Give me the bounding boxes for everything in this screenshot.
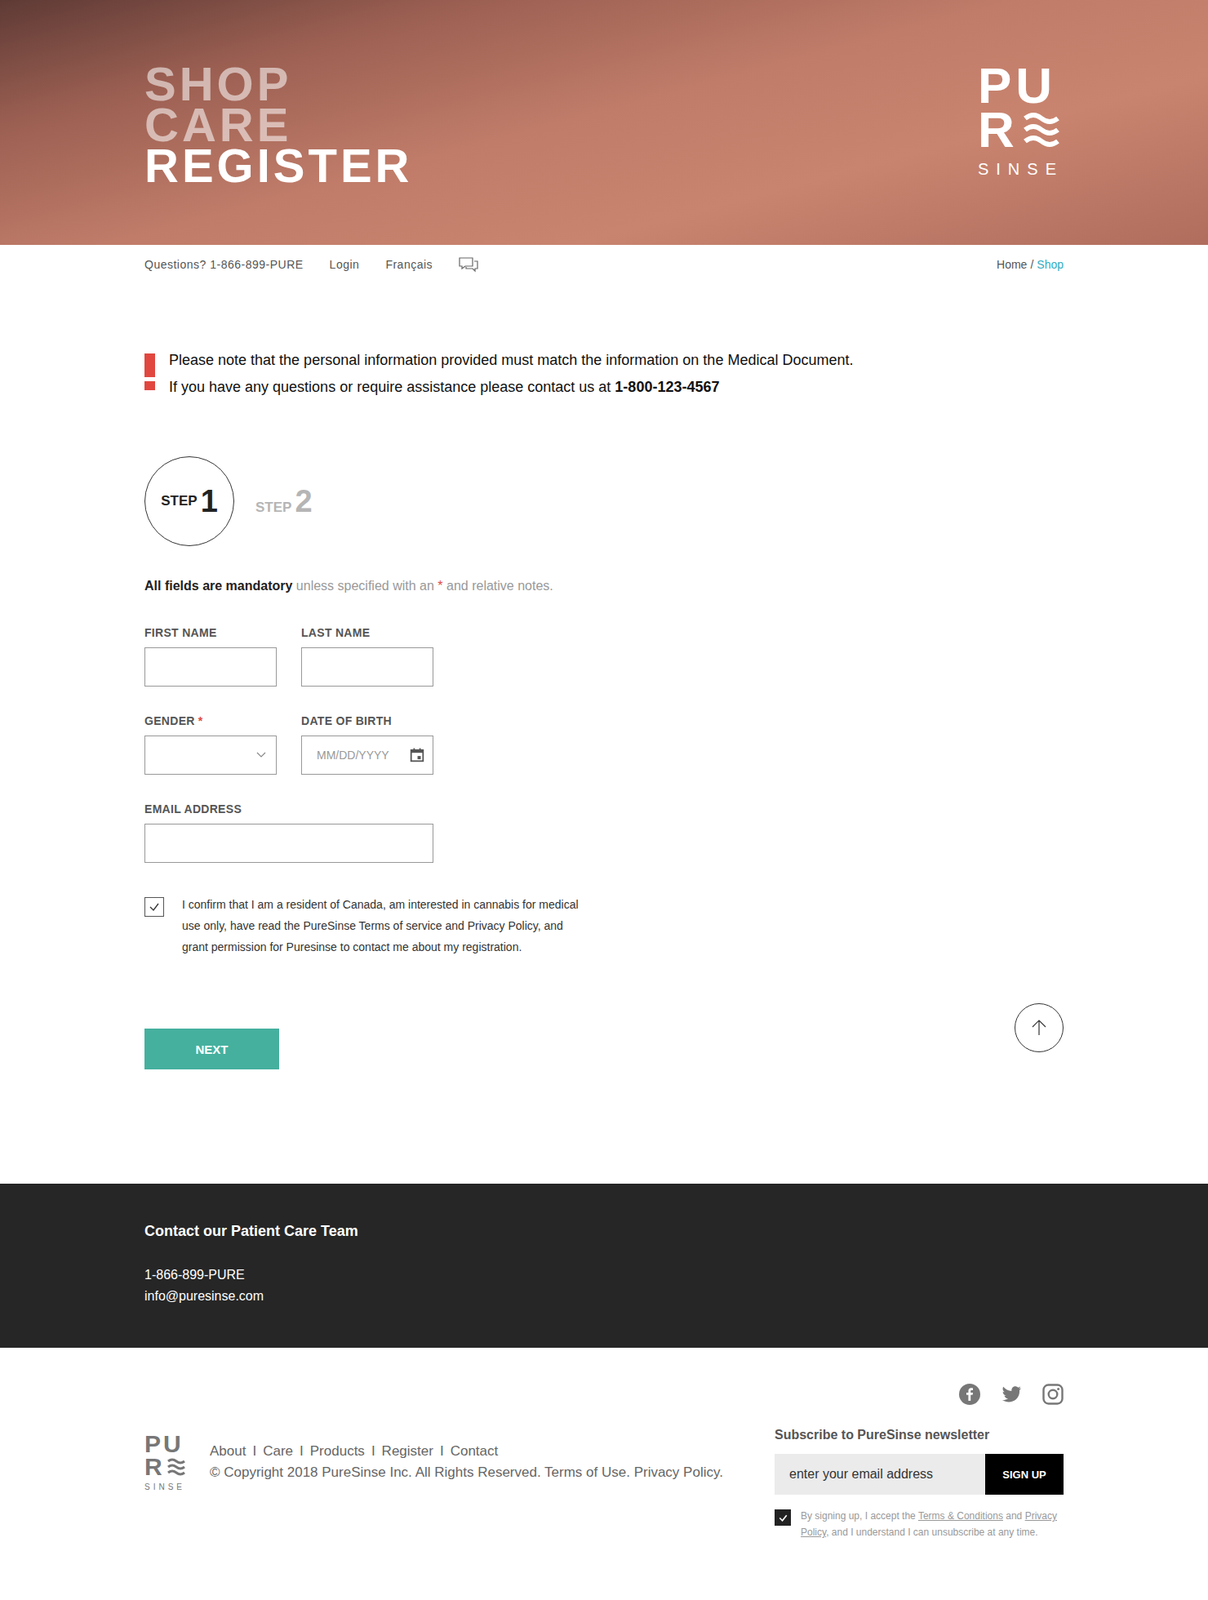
link-separator: I xyxy=(371,1443,376,1459)
waves-icon xyxy=(1023,111,1060,148)
field-label: EMAIL ADDRESS xyxy=(144,802,434,816)
hero-menu-item[interactable]: REGISTER xyxy=(144,145,414,187)
logo-middle: R xyxy=(977,107,1064,152)
contact-band: Contact our Patient Care Team 1-866-899-P… xyxy=(0,1183,1208,1348)
footer-link[interactable]: Care xyxy=(262,1443,294,1459)
top-nav: Questions? 1-866-899-PURE Login Français Ho… xyxy=(144,244,1064,285)
field-label: LAST NAME xyxy=(301,626,434,640)
arrow-up-icon xyxy=(1029,1017,1049,1038)
page: SHOPCAREREGISTERPURSINSEQuestions? 1-866… xyxy=(0,0,1208,1600)
form-field: FIRST NAME xyxy=(144,626,277,687)
signup-button[interactable]: SIGN UP xyxy=(985,1453,1064,1495)
footer-link[interactable]: About xyxy=(209,1443,246,1459)
footer-link[interactable]: Register xyxy=(381,1443,434,1459)
actions: NEXT xyxy=(144,1003,1064,1070)
hero-menu-item[interactable]: SHOP xyxy=(144,63,414,105)
footer: PURSINSE About I Care I Products I Register I Con… xyxy=(144,1347,1064,1600)
link-separator: I xyxy=(439,1443,445,1459)
step[interactable]: STEP2 xyxy=(255,484,313,520)
check-icon xyxy=(777,1511,790,1524)
date-input[interactable] xyxy=(301,735,434,775)
hero-menu-item[interactable]: CARE xyxy=(144,104,414,146)
policy-link[interactable]: Terms & Conditions xyxy=(918,1510,1004,1522)
chat-icon[interactable] xyxy=(458,256,479,273)
exclamation-icon xyxy=(144,352,156,391)
scroll-top-button[interactable] xyxy=(1014,1003,1064,1053)
consent: I confirm that I am a resident of Canada… xyxy=(144,893,1064,958)
consent-segment: By signing up, I accept the xyxy=(800,1510,919,1522)
gender-select[interactable] xyxy=(144,735,277,775)
form-field: DATE OF BIRTH xyxy=(301,714,434,775)
newsletter-title: Subscribe to PureSinse newsletter xyxy=(774,1427,1064,1443)
text-input[interactable] xyxy=(144,647,277,687)
footer-links: About I Care I Products I Register I Contact xyxy=(209,1440,724,1462)
logo-top: PU xyxy=(977,63,1064,108)
copyright: © Copyright 2018 PureSinse Inc. All Righ… xyxy=(209,1461,724,1484)
form: FIRST NAME LAST NAME GENDER* DATE OF BIRTH E… xyxy=(144,626,1064,863)
consent-checkbox[interactable] xyxy=(144,897,165,917)
waves-icon xyxy=(167,1457,186,1476)
calendar-icon[interactable] xyxy=(409,747,425,763)
consent-segment: and xyxy=(1003,1510,1026,1522)
form-field: LAST NAME xyxy=(301,626,434,687)
form-field: EMAIL ADDRESS xyxy=(144,802,434,863)
newsletter: Subscribe to PureSinse newsletter SIGN UP… xyxy=(774,1427,1064,1541)
nav-link[interactable]: Français xyxy=(385,257,433,271)
breadcrumb-separator: / xyxy=(1030,257,1034,271)
field-label: GENDER* xyxy=(144,714,277,728)
field-label: FIRST NAME xyxy=(144,626,277,640)
field-label: DATE OF BIRTH xyxy=(301,714,434,728)
newsletter-email-input[interactable] xyxy=(774,1453,986,1495)
footer-link[interactable]: Contact xyxy=(450,1443,499,1459)
social-links xyxy=(144,1383,1064,1405)
logo-tagline: SINSE xyxy=(977,159,1064,179)
breadcrumb: Home/Shop xyxy=(996,257,1064,271)
contact-phone[interactable]: 1-866-899-PURE xyxy=(144,1264,1064,1286)
contact-email[interactable]: info@puresinse.com xyxy=(144,1285,1064,1307)
breadcrumb-item[interactable]: Shop xyxy=(1036,257,1064,271)
next-button[interactable]: NEXT xyxy=(144,1028,280,1070)
text-input[interactable] xyxy=(301,647,434,687)
notice-line: Please note that the personal informatio… xyxy=(168,346,853,374)
newsletter-checkbox[interactable] xyxy=(774,1509,791,1526)
nav-link[interactable]: Login xyxy=(329,257,360,271)
contact-title: Contact our Patient Care Team xyxy=(144,1222,1064,1240)
footer-link[interactable]: Products xyxy=(310,1443,365,1459)
link-separator: I xyxy=(252,1443,257,1459)
steps: STEP1 STEP2 xyxy=(144,456,1064,547)
form-field: GENDER* xyxy=(144,714,277,775)
logo[interactable]: PUR SINSE xyxy=(977,63,1064,179)
newsletter-consent-text: By signing up, I accept the Terms & Cond… xyxy=(800,1507,1064,1541)
instagram-icon[interactable] xyxy=(1042,1383,1064,1405)
notice-line: If you have any questions or require ass… xyxy=(168,373,853,401)
footer-logo[interactable]: PURSINSE xyxy=(144,1432,186,1492)
notice: Please note that the personal informatio… xyxy=(144,352,1064,401)
breadcrumb-item[interactable]: Home xyxy=(996,257,1027,271)
text-input[interactable] xyxy=(144,823,434,863)
facebook-icon[interactable] xyxy=(959,1383,981,1405)
phone-link[interactable]: Questions? 1-866-899-PURE xyxy=(144,257,304,271)
hero-banner: SHOPCAREREGISTER PUR SINSE xyxy=(0,0,1208,245)
mandatory-note: All fields are mandatoryunless specified… xyxy=(144,578,1064,594)
registration: Please note that the personal informatio… xyxy=(144,352,1064,1070)
step[interactable]: STEP1 xyxy=(144,456,235,547)
chevron-down-icon xyxy=(256,751,267,759)
link-separator: I xyxy=(299,1443,304,1459)
date-text[interactable] xyxy=(316,748,405,762)
twitter-icon[interactable] xyxy=(1000,1383,1022,1405)
consent-segment: , and I understand I can unsubscribe at … xyxy=(826,1526,1039,1538)
check-icon xyxy=(147,900,161,914)
hero-menu: SHOPCAREREGISTER xyxy=(144,63,414,187)
consent-text: I confirm that I am a resident of Canada… xyxy=(182,893,591,958)
